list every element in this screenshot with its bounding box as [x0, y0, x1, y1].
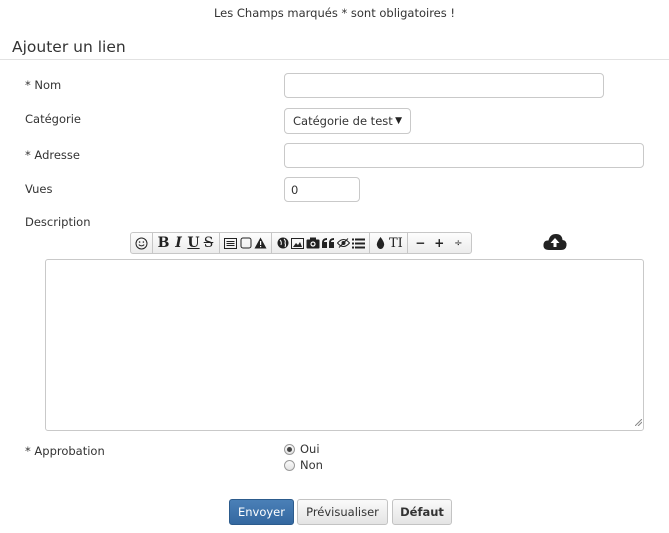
- approval-option-label: Non: [300, 458, 323, 472]
- italic-icon[interactable]: I: [172, 234, 185, 252]
- dropdown-arrow-icon: ▼: [395, 116, 402, 126]
- minus-icon[interactable]: −: [414, 234, 427, 252]
- description-label: Description: [25, 215, 91, 229]
- approval-label: * Approbation: [25, 444, 105, 458]
- name-label: * Nom: [25, 78, 62, 92]
- preview-button[interactable]: Prévisualiser: [297, 499, 388, 525]
- views-input[interactable]: [284, 177, 360, 202]
- approval-option-non[interactable]: Non: [284, 458, 323, 472]
- approval-radio-oui[interactable]: [284, 443, 295, 455]
- address-input[interactable]: [284, 143, 644, 168]
- form-legend: Ajouter un lien: [12, 38, 126, 56]
- strikethrough-icon[interactable]: S: [202, 234, 215, 252]
- color-drop-icon[interactable]: [374, 234, 387, 252]
- warning-icon[interactable]: [254, 234, 267, 252]
- resize-grip-icon[interactable]: [634, 415, 643, 429]
- submit-button[interactable]: Envoyer: [229, 499, 294, 525]
- description-textarea[interactable]: [45, 259, 644, 431]
- category-select[interactable]: Catégorie de test ▼: [284, 108, 411, 134]
- list-icon[interactable]: [352, 234, 365, 252]
- font-size-icon[interactable]: TI: [389, 234, 403, 252]
- box-icon[interactable]: [239, 234, 252, 252]
- views-label: Vues: [25, 182, 53, 196]
- smiley-icon[interactable]: [135, 234, 148, 252]
- code-icon[interactable]: [224, 234, 237, 252]
- reset-button[interactable]: Défaut: [392, 499, 452, 525]
- name-input[interactable]: [284, 73, 604, 98]
- category-label: Catégorie: [25, 112, 81, 126]
- camera-icon[interactable]: [306, 234, 320, 252]
- approval-option-oui[interactable]: Oui: [284, 442, 320, 456]
- image-icon[interactable]: [291, 234, 304, 252]
- plus-icon[interactable]: +: [433, 234, 446, 252]
- approval-radio-non[interactable]: [284, 459, 295, 471]
- underline-icon[interactable]: U: [187, 234, 200, 252]
- required-fields-notice: Les Champs marqués * sont obligatoires !: [213, 6, 456, 20]
- cloud-upload-icon[interactable]: [543, 232, 567, 252]
- approval-option-label: Oui: [300, 442, 320, 456]
- resize-icon[interactable]: ÷: [452, 234, 465, 252]
- globe-icon[interactable]: [276, 234, 289, 252]
- bold-icon[interactable]: B: [157, 234, 170, 252]
- legend-divider: [0, 59, 669, 60]
- quote-icon[interactable]: [322, 234, 335, 252]
- address-label: * Adresse: [25, 148, 80, 162]
- editor-toolbar: B I U S TI − + ÷: [130, 232, 472, 254]
- category-selected-value: Catégorie de test: [293, 114, 393, 128]
- hide-icon[interactable]: [337, 234, 350, 252]
